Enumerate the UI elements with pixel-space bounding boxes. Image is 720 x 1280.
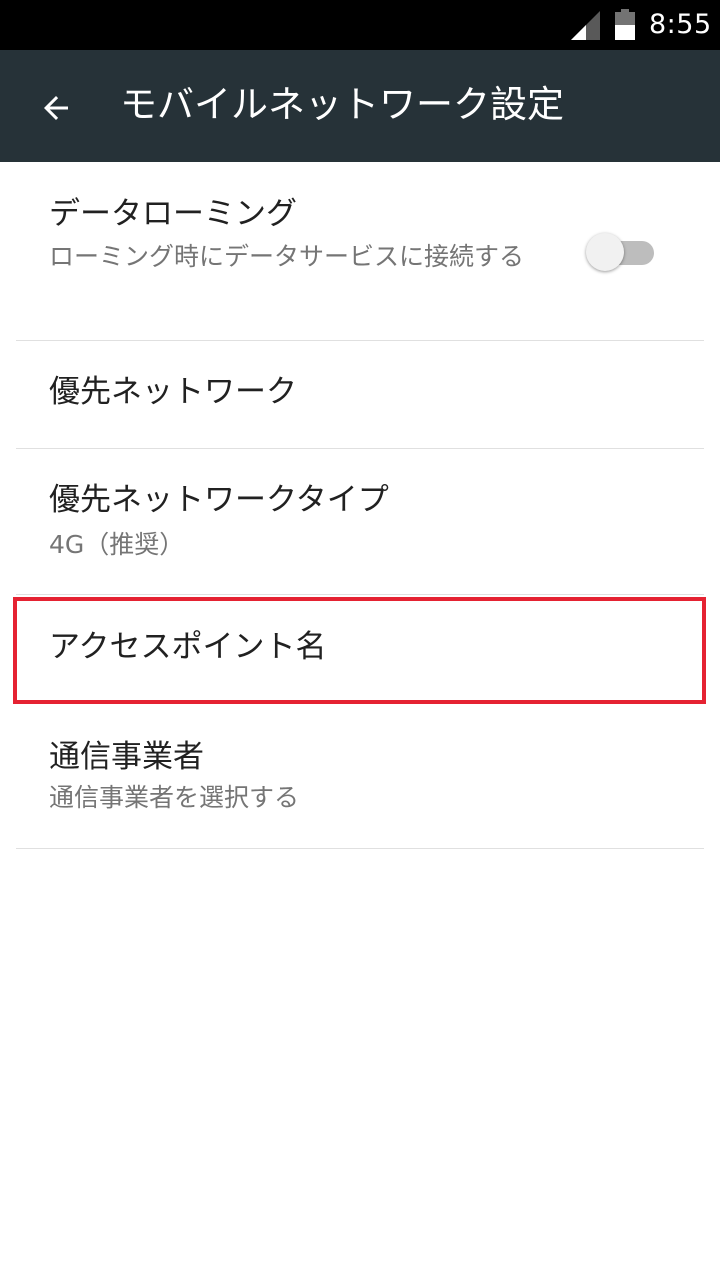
carrier-summary: 通信事業者を選択する	[49, 783, 300, 812]
setting-preferred-network[interactable]: 優先ネットワーク	[16, 341, 704, 449]
setting-preferred-network-type[interactable]: 優先ネットワークタイプ 4G（推奨）	[16, 449, 704, 595]
arrow-back-icon	[44, 96, 68, 120]
toggle-thumb	[586, 233, 624, 271]
setting-carrier[interactable]: 通信事業者 通信事業者を選択する	[16, 705, 704, 849]
cell-signal-icon	[571, 11, 600, 40]
status-bar: 8:55	[0, 0, 720, 50]
setting-data-roaming[interactable]: データローミング ローミング時にデータサービスに接続する	[16, 162, 704, 341]
back-button[interactable]	[34, 86, 78, 130]
preferred-network-type-title: 優先ネットワークタイプ	[49, 482, 389, 518]
setting-access-point-name[interactable]: アクセスポイント名	[16, 595, 704, 705]
data-roaming-title: データローミング	[49, 196, 297, 232]
preferred-network-title: 優先ネットワーク	[49, 374, 297, 410]
access-point-name-title: アクセスポイント名	[49, 629, 327, 665]
app-bar: モバイルネットワーク設定	[0, 50, 720, 162]
carrier-title: 通信事業者	[49, 739, 204, 775]
battery-icon	[615, 9, 635, 40]
preferred-network-type-summary: 4G（推奨）	[49, 530, 185, 559]
page-title: モバイルネットワーク設定	[120, 83, 564, 126]
clock: 8:55	[649, 9, 712, 40]
data-roaming-toggle[interactable]	[586, 232, 656, 272]
data-roaming-summary: ローミング時にデータサービスに接続する	[49, 242, 525, 271]
